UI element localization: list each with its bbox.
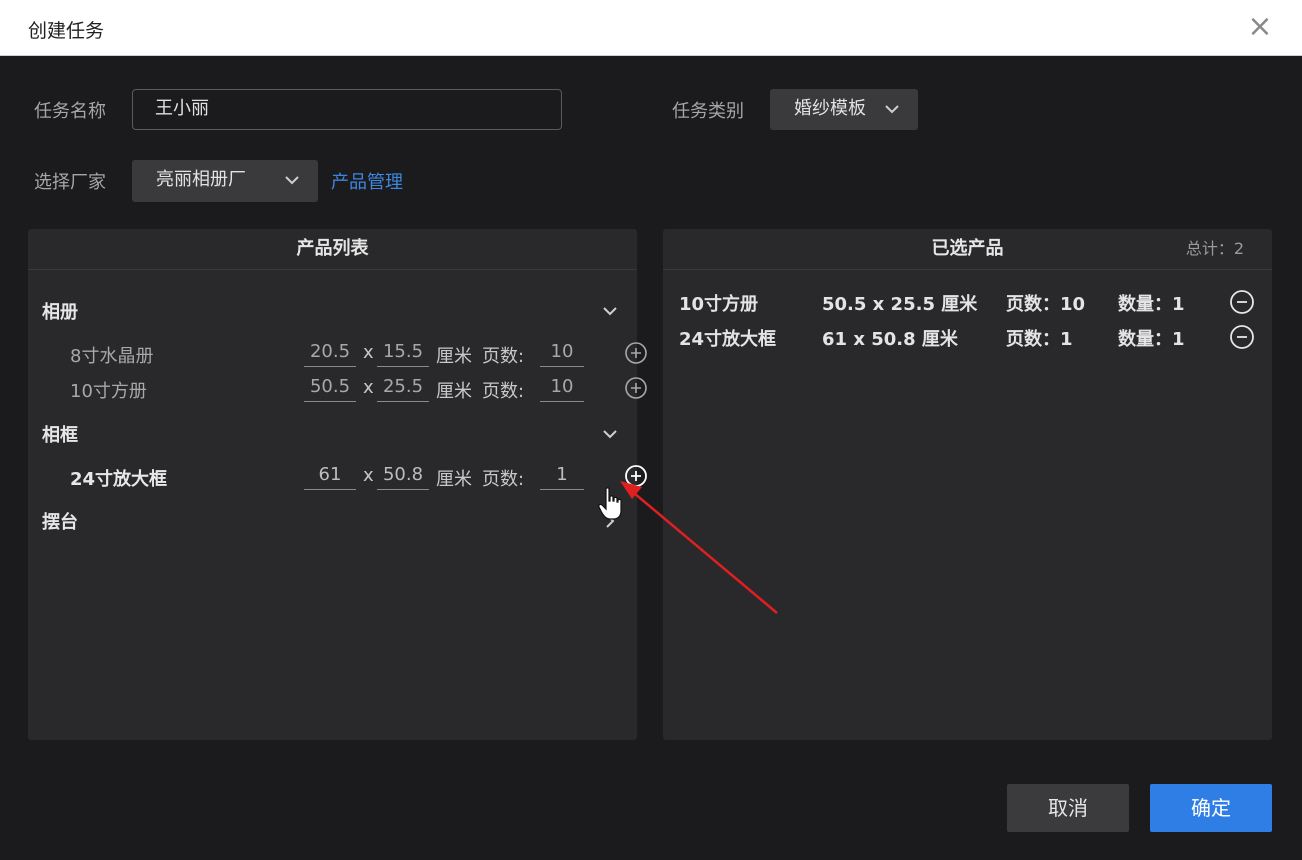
create-task-dialog: 任务名称 王小丽 任务类别 婚纱模板 选择厂家 亮丽相册厂 产品管理 产品列表 … bbox=[0, 56, 1302, 860]
selected-item-pages: 页数：10 bbox=[1006, 294, 1086, 315]
width-input[interactable]: 61 bbox=[304, 462, 356, 490]
times-sign: x bbox=[363, 377, 374, 398]
selected-item-qty: 数量：1 bbox=[1118, 329, 1185, 350]
product-manage-link[interactable]: 产品管理 bbox=[331, 168, 403, 194]
pages-label: 页数: bbox=[482, 381, 525, 402]
pages-input[interactable]: 10 bbox=[540, 374, 584, 402]
times-sign: x bbox=[363, 465, 374, 486]
selected-item-qty: 数量：1 bbox=[1118, 294, 1185, 315]
vendor-select[interactable]: 亮丽相册厂 bbox=[132, 160, 318, 202]
selected-item-name: 10寸方册 bbox=[679, 294, 759, 315]
product-list-title: 产品列表 bbox=[296, 238, 369, 259]
category-label: 相册 bbox=[42, 302, 78, 323]
task-type-value: 婚纱模板 bbox=[794, 98, 866, 119]
product-list-header: 产品列表 bbox=[28, 229, 637, 270]
width-input[interactable]: 20.5 bbox=[304, 339, 356, 367]
chevron-down-icon bbox=[885, 105, 899, 114]
unit-label: 厘米 bbox=[436, 381, 472, 402]
pages-label: 页数: bbox=[482, 346, 525, 367]
ok-button[interactable]: 确定 bbox=[1150, 784, 1272, 832]
height-input[interactable]: 15.5 bbox=[377, 339, 429, 367]
product-name: 24寸放大框 bbox=[70, 469, 168, 490]
vendor-value: 亮丽相册厂 bbox=[156, 169, 246, 190]
task-name-label: 任务名称 bbox=[34, 101, 106, 122]
product-row: 24寸放大框 61 x 50.8 厘米 页数: 1 bbox=[70, 460, 647, 492]
category-albums[interactable]: 相册 bbox=[42, 295, 618, 325]
height-input[interactable]: 25.5 bbox=[377, 374, 429, 402]
task-type-select[interactable]: 婚纱模板 bbox=[770, 89, 918, 130]
cancel-button[interactable]: 取消 bbox=[1007, 784, 1129, 832]
chevron-down-icon bbox=[285, 176, 299, 185]
add-circle-icon[interactable] bbox=[624, 341, 648, 365]
remove-circle-icon[interactable] bbox=[1229, 324, 1255, 350]
add-circle-icon[interactable] bbox=[624, 464, 648, 488]
category-label: 摆台 bbox=[42, 512, 78, 533]
product-list-panel: 产品列表 相册 8寸水晶册 20.5 x 15.5 厘米 页数: 10 10寸方… bbox=[28, 229, 647, 740]
hand-cursor-icon bbox=[598, 487, 622, 520]
chevron-down-icon bbox=[603, 430, 617, 439]
category-desk-frames[interactable]: 摆台 bbox=[42, 505, 618, 535]
product-name: 8寸水晶册 bbox=[70, 346, 154, 367]
close-icon[interactable]: × bbox=[1244, 12, 1276, 44]
dialog-title: 创建任务 bbox=[28, 20, 105, 42]
selected-item: 10寸方册 50.5 x 25.5 厘米 页数：10 数量：1 bbox=[677, 287, 1257, 317]
task-name-input[interactable]: 王小丽 bbox=[132, 89, 562, 130]
product-name: 10寸方册 bbox=[70, 381, 147, 402]
times-sign: x bbox=[363, 342, 374, 363]
chevron-down-icon bbox=[603, 307, 617, 316]
pages-label: 页数: bbox=[482, 469, 525, 490]
dialog-titlebar: 创建任务 × bbox=[0, 0, 1302, 56]
unit-label: 厘米 bbox=[436, 346, 472, 367]
task-type-label: 任务类别 bbox=[672, 101, 744, 122]
product-row: 8寸水晶册 20.5 x 15.5 厘米 页数: 10 bbox=[70, 337, 647, 369]
selected-products-panel: 已选产品 总计：2 10寸方册 50.5 x 25.5 厘米 页数：10 数量：… bbox=[663, 229, 1272, 740]
selected-products-header: 已选产品 总计：2 bbox=[663, 229, 1272, 270]
vendor-label: 选择厂家 bbox=[34, 172, 106, 193]
unit-label: 厘米 bbox=[436, 469, 472, 490]
pages-input[interactable]: 1 bbox=[540, 462, 584, 490]
category-label: 相框 bbox=[42, 425, 78, 446]
height-input[interactable]: 50.8 bbox=[377, 462, 429, 490]
remove-circle-icon[interactable] bbox=[1229, 289, 1255, 315]
pages-input[interactable]: 10 bbox=[540, 339, 584, 367]
product-row: 10寸方册 50.5 x 25.5 厘米 页数: 10 bbox=[70, 372, 647, 404]
selected-item-pages: 页数：1 bbox=[1006, 329, 1073, 350]
category-frames[interactable]: 相框 bbox=[42, 418, 618, 448]
selected-item-name: 24寸放大框 bbox=[679, 329, 777, 350]
selected-products-title: 已选产品 bbox=[931, 238, 1004, 259]
width-input[interactable]: 50.5 bbox=[304, 374, 356, 402]
add-circle-icon[interactable] bbox=[624, 376, 648, 400]
selected-item-size: 61 x 50.8 厘米 bbox=[822, 329, 958, 350]
total-count: 总计：2 bbox=[1185, 239, 1244, 258]
selected-item: 24寸放大框 61 x 50.8 厘米 页数：1 数量：1 bbox=[677, 322, 1257, 352]
selected-item-size: 50.5 x 25.5 厘米 bbox=[822, 294, 978, 315]
